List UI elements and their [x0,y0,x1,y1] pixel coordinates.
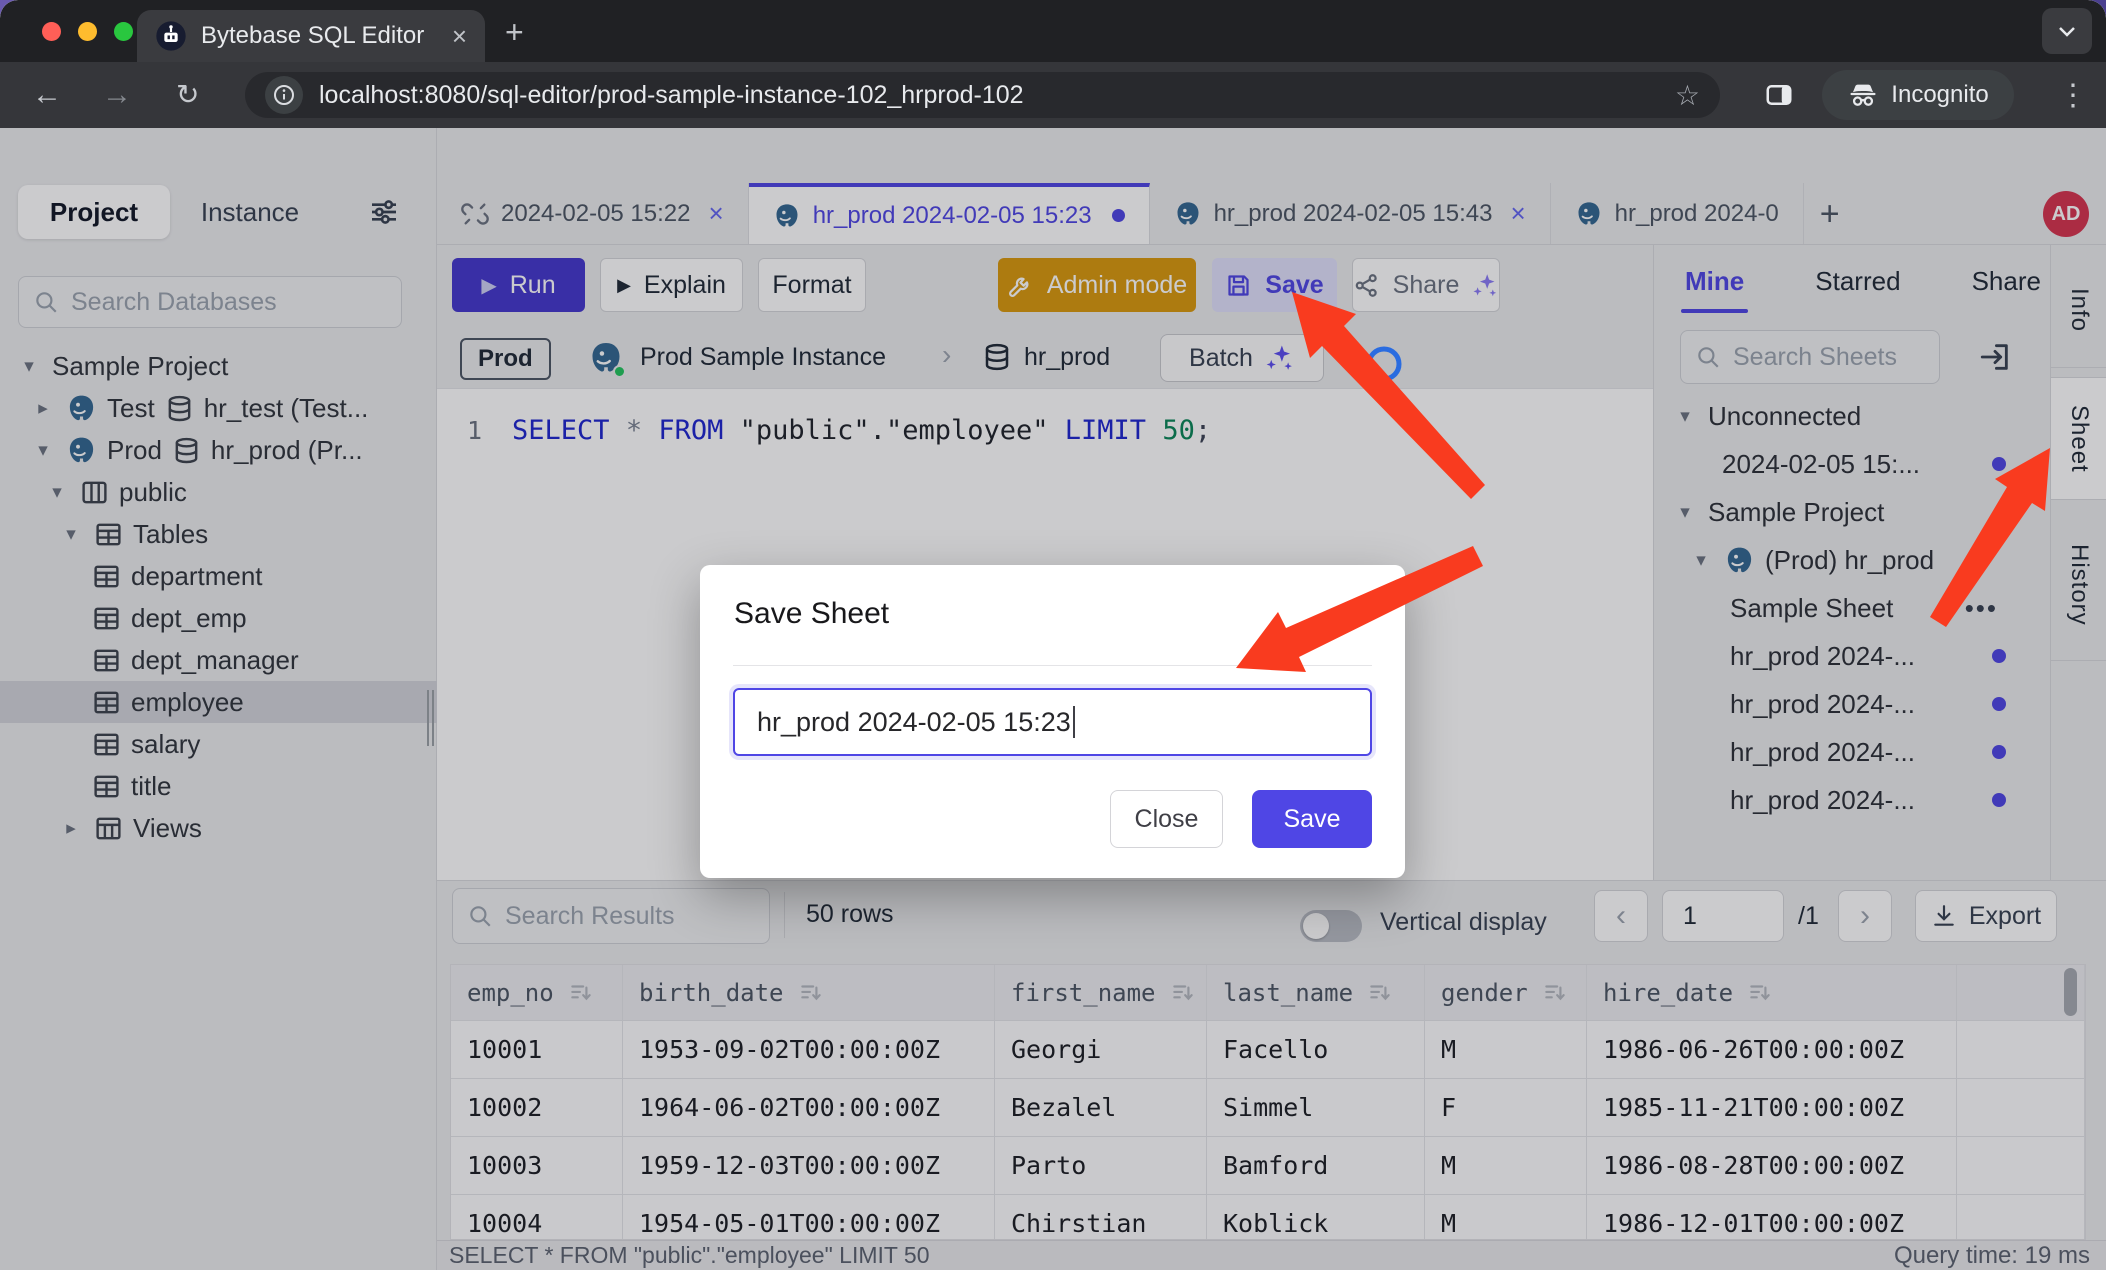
save-sheet-dialog: Save Sheet × hr_prod 2024-02-05 15:23 Cl… [700,565,1405,878]
url-text: localhost:8080/sql-editor/prod-sample-in… [319,81,1659,110]
sheet-name-input[interactable]: hr_prod 2024-02-05 15:23 [733,688,1372,756]
divider [733,665,1372,666]
bookmark-star-icon[interactable]: ☆ [1675,79,1700,112]
browser-tab-strip: Bytebase SQL Editor × + [0,0,2106,62]
screen: Bytebase SQL Editor × + ← → ↻ localhost:… [0,0,2106,1270]
window-close-button[interactable] [42,22,61,41]
browser-menu-icon[interactable]: ⋮ [2058,78,2088,113]
browser-tab-close-icon[interactable]: × [452,23,467,49]
incognito-label: Incognito [1891,81,1988,109]
dialog-close-icon[interactable]: × [1353,597,1371,627]
chevron-down-icon [2055,19,2079,43]
new-browser-tab-button[interactable]: + [505,16,524,48]
close-button[interactable]: Close [1110,790,1223,848]
site-info-icon[interactable] [265,76,303,114]
forward-button[interactable]: → [102,80,132,110]
text-caret [1073,706,1075,738]
browser-tab[interactable]: Bytebase SQL Editor × [137,10,485,62]
back-button[interactable]: ← [32,80,62,110]
bytebase-favicon-icon [155,20,187,52]
address-bar[interactable]: localhost:8080/sql-editor/prod-sample-in… [245,72,1720,118]
reload-button[interactable]: ↻ [176,81,199,109]
dialog-save-button[interactable]: Save [1252,790,1372,848]
incognito-icon [1847,79,1879,111]
incognito-badge: Incognito [1822,70,2014,120]
browser-tab-title: Bytebase SQL Editor [201,22,438,50]
side-panel-icon[interactable] [1762,80,1796,110]
sheet-name-value: hr_prod 2024-02-05 15:23 [757,707,1071,738]
browser-url-bar: ← → ↻ localhost:8080/sql-editor/prod-sam… [0,62,2106,128]
window-minimize-button[interactable] [78,22,97,41]
window-zoom-button[interactable] [114,22,133,41]
browser-chrome: Bytebase SQL Editor × + ← → ↻ localhost:… [0,0,2106,128]
dialog-title: Save Sheet [734,597,889,631]
tab-search-chevron-button[interactable] [2042,8,2092,54]
